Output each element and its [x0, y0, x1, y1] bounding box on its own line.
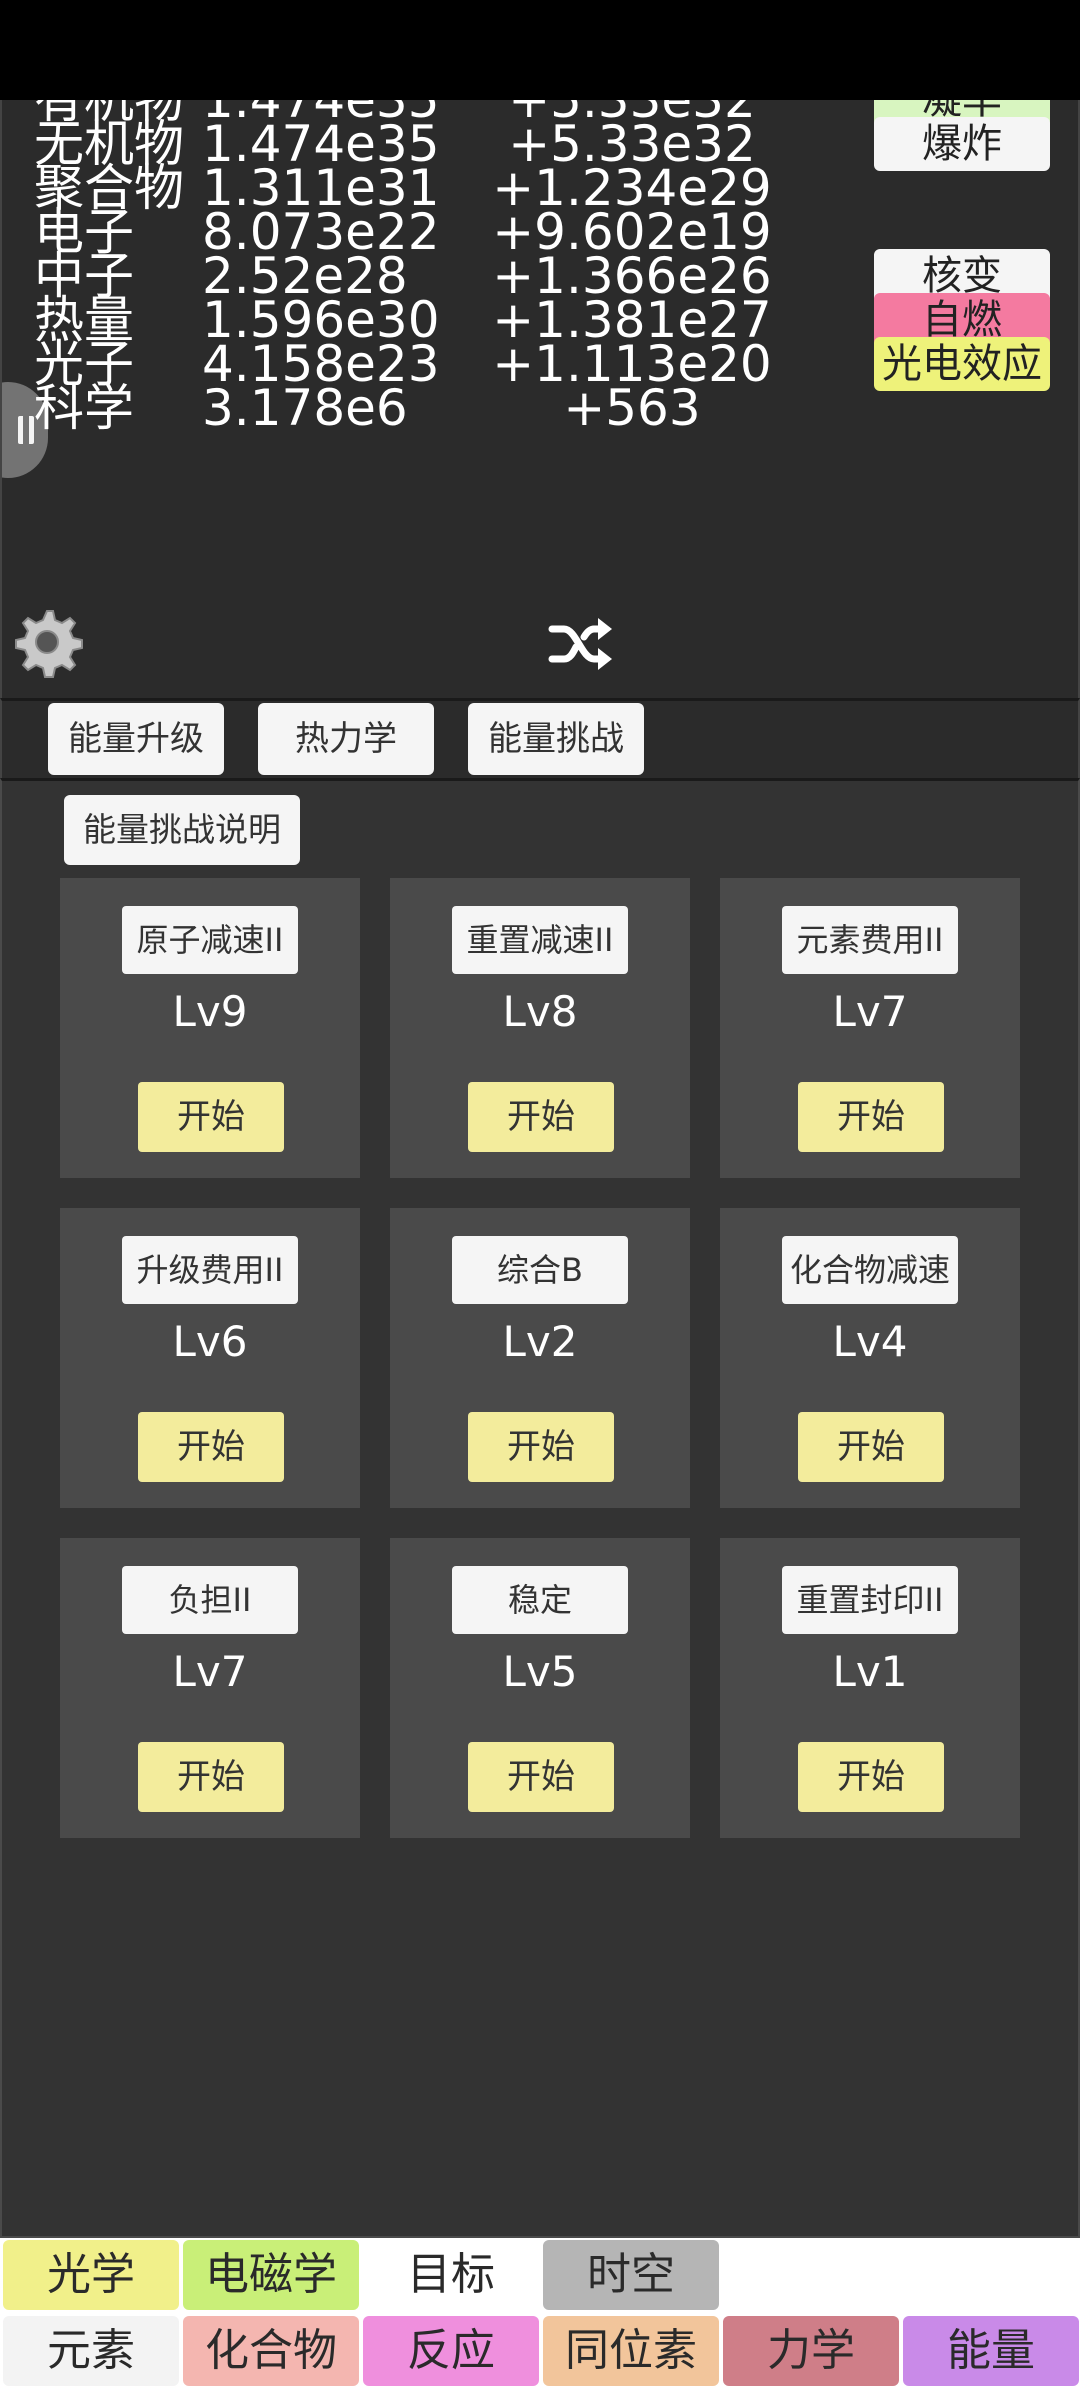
challenge-start-button[interactable]: 开始 [138, 1412, 284, 1482]
nav-button[interactable]: 能量 [903, 2316, 1079, 2386]
challenge-name-button[interactable]: 负担II [122, 1566, 298, 1634]
bottom-navigation: 光学 电磁学 目标 时空元素 化合物 反应 同位素 力学 能量 [0, 2238, 1080, 2388]
challenge-card: 升级费用II Lv6 开始 [60, 1208, 360, 1508]
challenge-level: Lv6 [172, 1317, 248, 1366]
gear-icon[interactable] [10, 605, 84, 679]
challenge-name-button[interactable]: 重置减速II [452, 906, 628, 974]
tab-energy-upgrade[interactable]: 能量升级 [48, 703, 224, 775]
challenge-start-button[interactable]: 开始 [468, 1742, 614, 1812]
challenge-level: Lv5 [502, 1647, 578, 1696]
challenge-start-button[interactable]: 开始 [798, 1742, 944, 1812]
nav-button[interactable]: 反应 [363, 2316, 539, 2386]
challenge-name-button[interactable]: 升级费用II [122, 1236, 298, 1304]
sub-tab-strip: 能量升级 热力学 能量挑战 [0, 698, 1080, 778]
resource-name: 科学 [34, 379, 134, 437]
challenge-level: Lv9 [172, 987, 248, 1036]
challenge-card: 元素费用II Lv7 开始 [720, 878, 1020, 1178]
tab-thermodynamics[interactable]: 热力学 [258, 703, 434, 775]
nav-button[interactable]: 力学 [723, 2316, 899, 2386]
challenge-start-button[interactable]: 开始 [138, 1082, 284, 1152]
challenge-card: 综合B Lv2 开始 [390, 1208, 690, 1508]
challenge-start-button[interactable]: 开始 [468, 1082, 614, 1152]
challenge-panel: 能量挑战说明 原子减速II Lv9 开始 重置减速II Lv8 开始 元素费用II Lv7 开始… [0, 778, 1080, 2238]
challenge-start-button[interactable]: 开始 [798, 1412, 944, 1482]
nav-button[interactable]: 同位素 [543, 2316, 719, 2386]
nav-button[interactable]: 光学 [3, 2240, 179, 2310]
challenge-name-button[interactable]: 原子减速II [122, 906, 298, 974]
challenge-start-button[interactable]: 开始 [468, 1412, 614, 1482]
nav-button[interactable]: 化合物 [183, 2316, 359, 2386]
nav-button[interactable]: 时空 [543, 2240, 719, 2310]
resource-rate: +563 [563, 379, 701, 437]
challenge-level: Lv4 [832, 1317, 908, 1366]
challenge-level: Lv2 [502, 1317, 578, 1366]
status-bar [0, 0, 1080, 100]
challenge-name-button[interactable]: 综合B [452, 1236, 628, 1304]
challenge-level: Lv7 [172, 1647, 248, 1696]
challenge-start-button[interactable]: 开始 [798, 1082, 944, 1152]
challenge-level: Lv1 [832, 1647, 908, 1696]
challenge-card: 负担II Lv7 开始 [60, 1538, 360, 1838]
challenge-name-button[interactable]: 元素费用II [782, 906, 958, 974]
challenge-card: 重置减速II Lv8 开始 [390, 878, 690, 1178]
nav-button[interactable]: 电磁学 [183, 2240, 359, 2310]
challenge-card: 化合物减速 Lv4 开始 [720, 1208, 1020, 1508]
challenge-name-button[interactable]: 化合物减速 [782, 1236, 958, 1304]
challenge-card: 稳定 Lv5 开始 [390, 1538, 690, 1838]
nav-button[interactable]: 元素 [3, 2316, 179, 2386]
challenge-card: 原子减速II Lv9 开始 [60, 878, 360, 1178]
challenge-level: Lv8 [502, 987, 578, 1036]
challenge-start-button[interactable]: 开始 [138, 1742, 284, 1812]
nav-button[interactable]: 目标 [363, 2240, 539, 2310]
challenge-name-button[interactable]: 重置封印II [782, 1566, 958, 1634]
resource-row: 科学 3.178e6 +563 [2, 374, 1078, 442]
tab-energy-challenge[interactable]: 能量挑战 [468, 703, 644, 775]
challenge-level: Lv7 [832, 987, 908, 1036]
challenge-name-button[interactable]: 稳定 [452, 1566, 628, 1634]
shuffle-icon[interactable] [548, 615, 614, 673]
challenge-explain-button[interactable]: 能量挑战说明 [64, 795, 300, 865]
challenge-card: 重置封印II Lv1 开始 [720, 1538, 1020, 1838]
resource-panel: 有机物 1.474e35 +5.33e32 凝华 无机物 1.474e35 +5.33e32… [0, 100, 1080, 698]
